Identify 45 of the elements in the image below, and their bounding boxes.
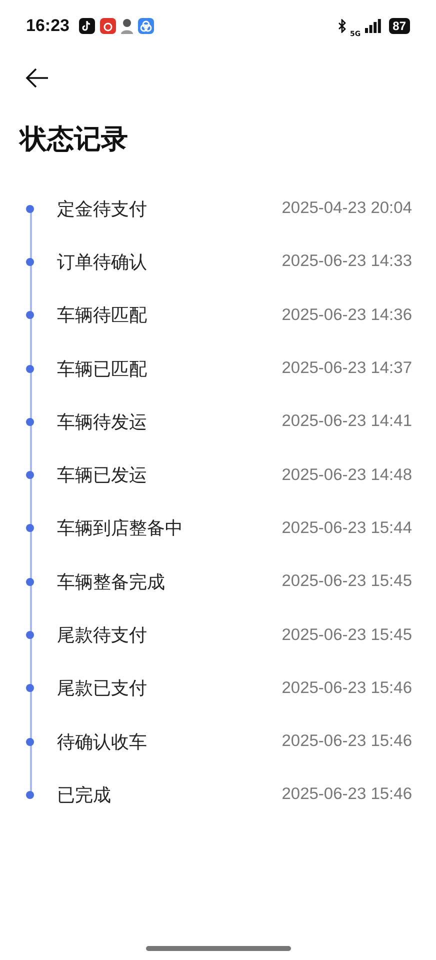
timeline-dot xyxy=(26,578,34,586)
timeline-dot xyxy=(26,790,34,799)
status-label: 车辆整备完成 xyxy=(57,570,165,594)
timestamp-text: 2025-06-23 14:41 xyxy=(282,412,412,432)
status-time: 16:23 xyxy=(26,16,70,36)
timeline-dot xyxy=(26,311,34,320)
timeline-dot xyxy=(26,524,34,532)
status-label: 已完成 xyxy=(57,784,111,807)
timestamp-text: 2025-06-23 14:48 xyxy=(282,466,412,485)
avatar-icon xyxy=(121,18,134,34)
timestamp-text: 2025-04-23 20:04 xyxy=(282,199,412,218)
status-label: 车辆待发运 xyxy=(57,410,147,434)
timestamp-text: 2025-06-23 15:45 xyxy=(282,626,412,645)
signal-icon xyxy=(364,19,381,33)
status-label: 车辆待匹配 xyxy=(57,304,147,328)
timeline-dot xyxy=(26,258,34,266)
timeline-dot xyxy=(26,418,34,426)
timeline-dot xyxy=(26,738,34,746)
timestamp-text: 2025-06-23 14:36 xyxy=(282,306,412,325)
app-icon xyxy=(100,18,116,34)
bluetooth-icon xyxy=(338,19,346,33)
app-icon xyxy=(79,18,96,34)
app-icon xyxy=(138,18,154,34)
timeline-dot xyxy=(26,204,34,213)
timestamp-text: 2025-06-23 15:46 xyxy=(282,785,412,804)
status-label: 车辆已匹配 xyxy=(57,358,147,381)
timestamp-text: 2025-06-23 15:44 xyxy=(282,518,412,538)
status-label: 车辆到店整备中 xyxy=(57,517,183,540)
timestamp-text: 2025-06-23 14:33 xyxy=(282,252,412,272)
timeline-dot xyxy=(26,631,34,640)
timeline-dot xyxy=(26,684,34,692)
status-label: 订单待确认 xyxy=(57,250,147,274)
status-label: 尾款已支付 xyxy=(57,677,147,700)
timestamp-text: 2025-06-23 14:37 xyxy=(282,359,412,378)
timestamp-text: 2025-06-23 15:46 xyxy=(282,732,412,752)
battery-indicator: 87 xyxy=(388,18,410,34)
status-label: 车辆已发运 xyxy=(57,464,147,488)
status-label: 尾款待支付 xyxy=(57,624,147,648)
timestamp-text: 2025-06-23 15:46 xyxy=(282,678,412,698)
page-title: 状态记录 xyxy=(20,123,129,157)
timestamp-text: 2025-06-23 15:45 xyxy=(282,572,412,592)
status-label: 定金待支付 xyxy=(57,198,147,221)
timeline-dot xyxy=(26,471,34,480)
status-label: 待确认收车 xyxy=(57,730,147,754)
timeline-dot xyxy=(26,364,34,373)
